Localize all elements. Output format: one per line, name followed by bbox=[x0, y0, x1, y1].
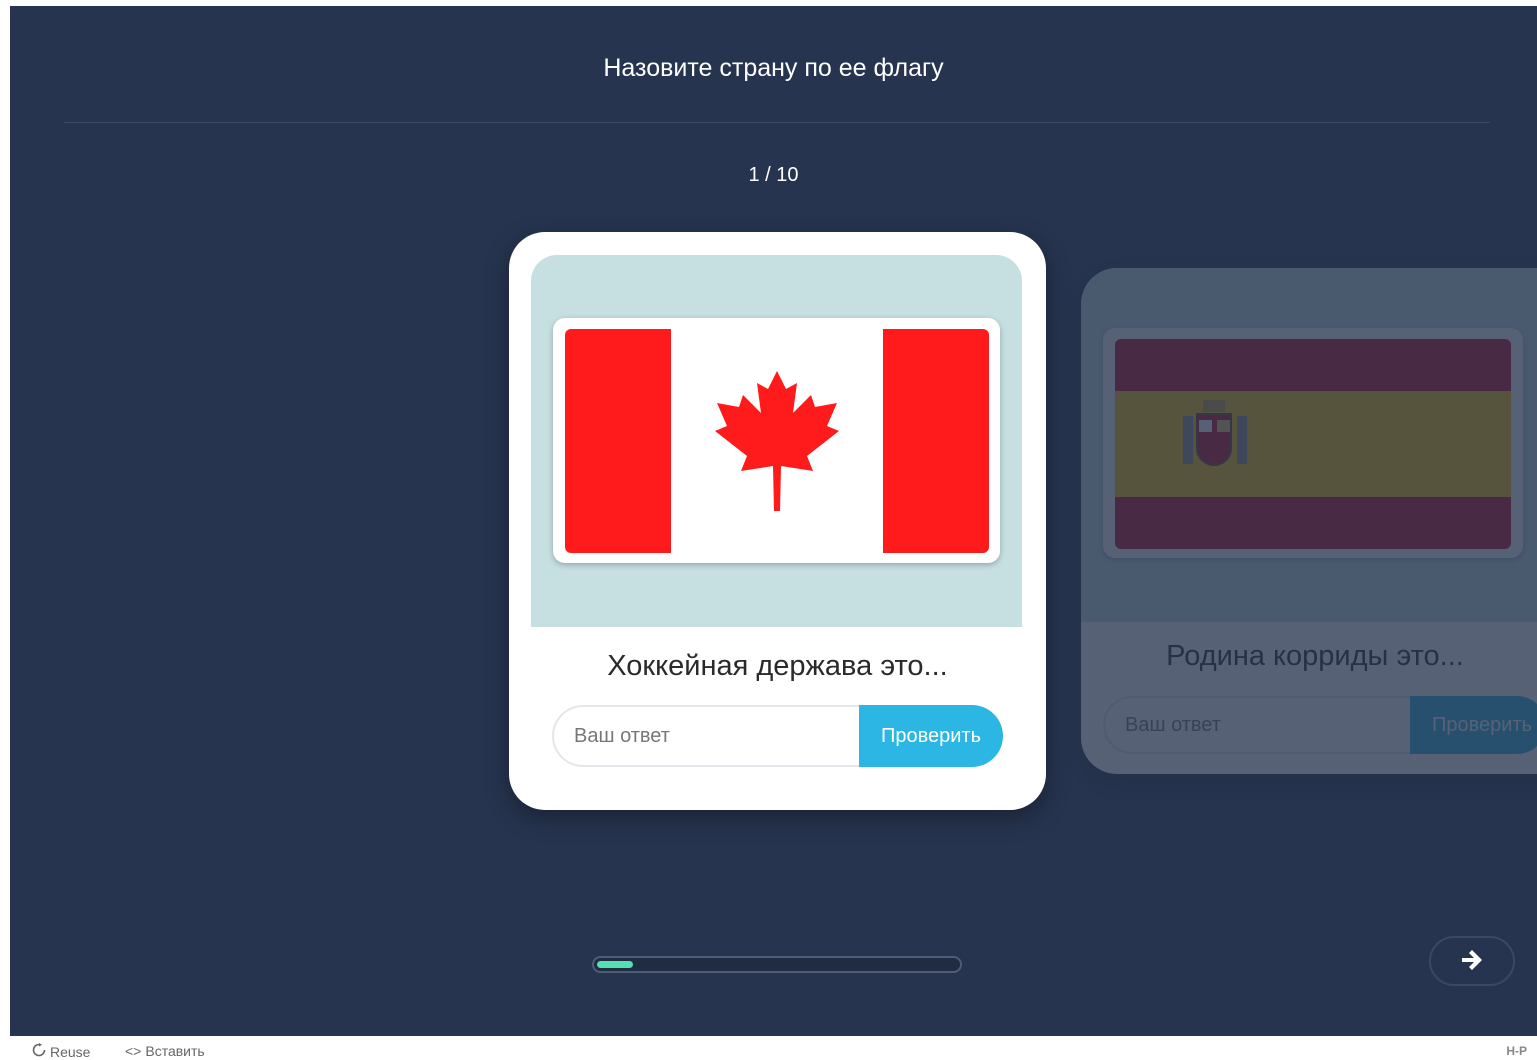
reuse-button[interactable]: Reuse bbox=[32, 1043, 90, 1060]
check-button[interactable]: Проверить bbox=[1410, 696, 1537, 754]
progress-bar bbox=[592, 956, 962, 973]
embed-button[interactable]: <> Вставить bbox=[125, 1043, 205, 1059]
page-title: Назовите страну по ее флагу bbox=[603, 54, 944, 82]
arrow-right-icon bbox=[1460, 949, 1484, 974]
reuse-label: Reuse bbox=[50, 1043, 91, 1060]
progress-fill bbox=[597, 961, 633, 968]
canada-flag-icon bbox=[565, 329, 989, 553]
answer-row: Проверить bbox=[552, 705, 1003, 767]
answer-input[interactable] bbox=[1103, 696, 1410, 754]
card-question: Хоккейная держава это... bbox=[607, 650, 948, 682]
quiz-stage: Назовите страну по ее флагу 1 / 10 Хокке bbox=[10, 6, 1537, 1036]
spain-flag-icon bbox=[1115, 339, 1511, 549]
header-divider bbox=[64, 122, 1490, 123]
code-icon: <> bbox=[125, 1043, 142, 1059]
h5p-logo: H-P bbox=[1506, 1044, 1527, 1058]
embed-label: Вставить bbox=[145, 1043, 205, 1059]
footer: Reuse <> Вставить H-P bbox=[0, 1036, 1537, 1060]
refresh-icon bbox=[32, 1043, 46, 1060]
answer-row: Проверить bbox=[1103, 696, 1537, 754]
card-image-area bbox=[531, 255, 1022, 627]
check-button[interactable]: Проверить bbox=[859, 705, 1003, 767]
card-image-area bbox=[1081, 268, 1537, 622]
flag-frame bbox=[1103, 328, 1523, 558]
card-question: Родина корриды это... bbox=[1166, 640, 1464, 672]
slide-counter: 1 / 10 bbox=[748, 164, 799, 186]
flashcard-current: Хоккейная держава это... Проверить bbox=[509, 232, 1046, 810]
answer-input[interactable] bbox=[552, 705, 859, 767]
next-slide-button[interactable] bbox=[1429, 936, 1515, 986]
flag-frame bbox=[553, 318, 1000, 563]
flashcard-next: Родина корриды это... Проверить bbox=[1081, 268, 1537, 774]
